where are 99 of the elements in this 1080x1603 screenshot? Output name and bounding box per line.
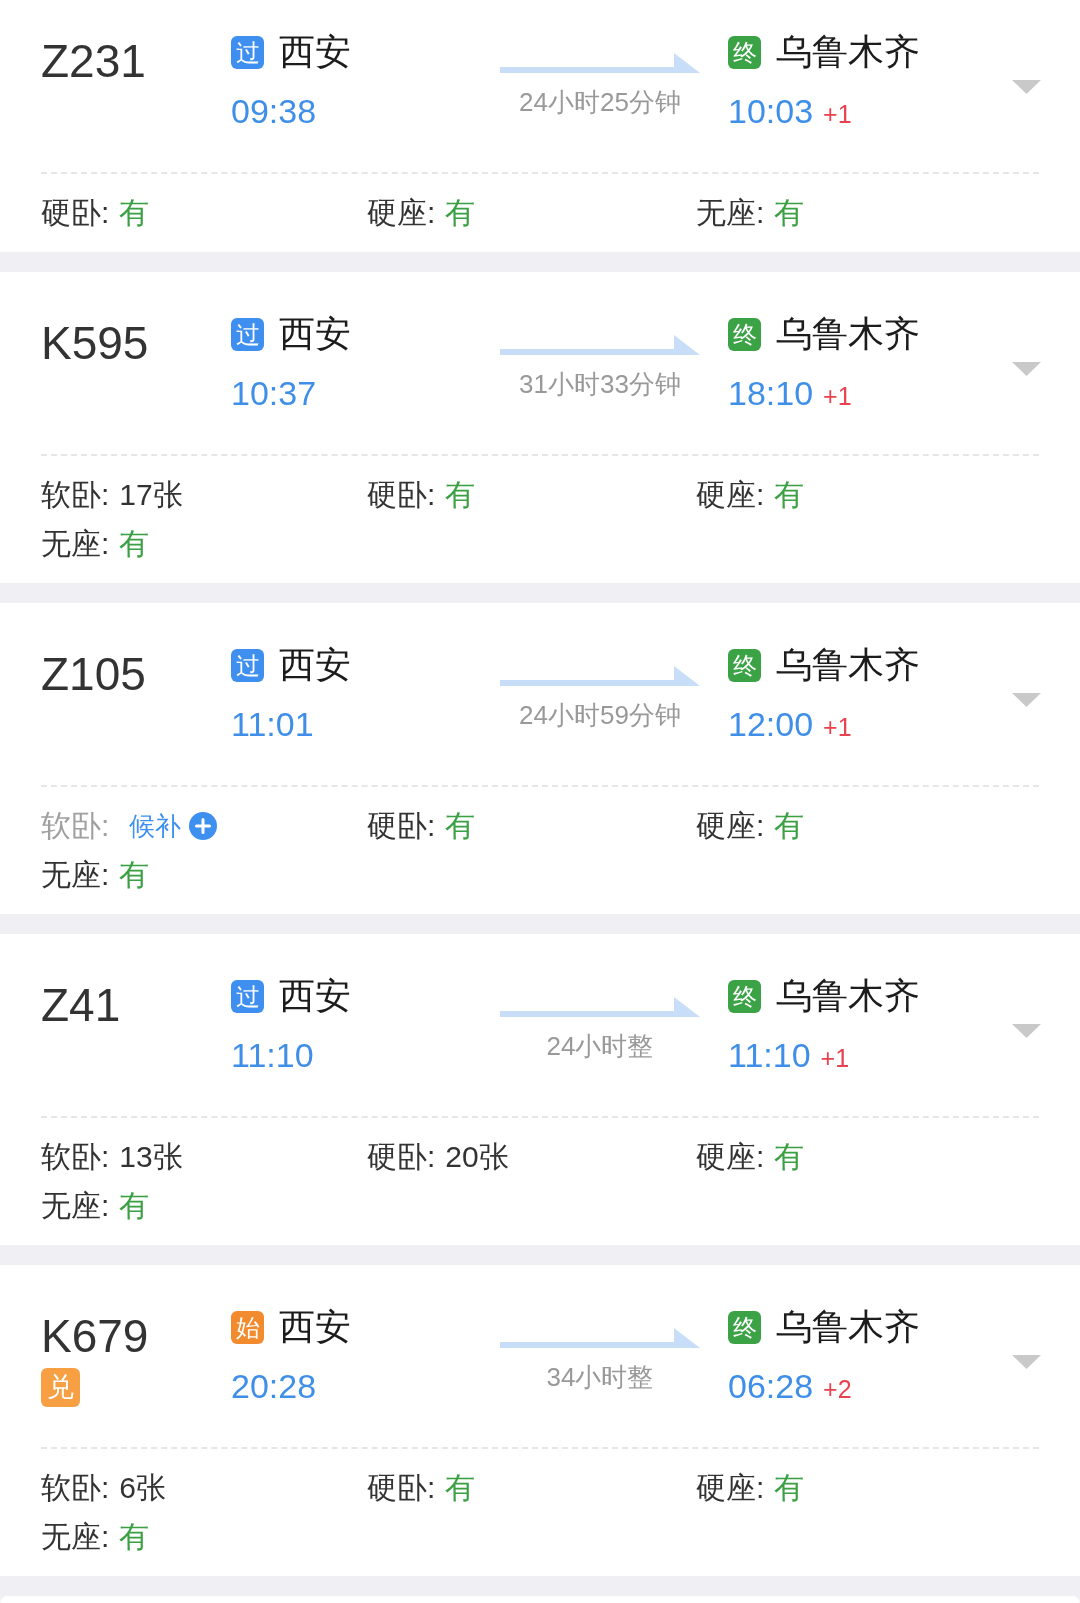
station-name: 西安 (279, 1305, 351, 1349)
station-name: 乌鲁木齐 (776, 643, 920, 687)
seat-availability: 有 (119, 856, 150, 893)
station-name: 乌鲁木齐 (776, 1305, 920, 1349)
seat-availability: 有 (445, 1469, 476, 1506)
train-number: Z231 (41, 37, 146, 85)
stop-type-tag: 终 (728, 1310, 761, 1344)
train-card[interactable]: Z231 过 西安 09:38 24小时25分钟 终 乌鲁木齐 10:03 +1 硬卧: 有 硬座: 有 无座: 有 (0, 0, 1080, 252)
travel-duration: 24小时整 (546, 1031, 654, 1061)
day-offset: +1 (820, 1043, 850, 1073)
travel-duration: 31小时33分钟 (519, 369, 681, 399)
seat-availability: 有 (774, 807, 805, 844)
station-name: 西安 (279, 312, 351, 356)
arrow-icon (500, 53, 700, 73)
stop-type-tag: 过 (231, 317, 264, 351)
travel-duration: 34小时整 (546, 1362, 654, 1392)
stop-type-tag: 过 (231, 979, 264, 1013)
seat-class-label: 硬座: (696, 1138, 765, 1175)
seat-availability: 17张 (119, 476, 183, 513)
arrow-icon (500, 1328, 700, 1348)
train-tag: 兑 (41, 1368, 80, 1407)
seat-class-label: 硬卧: (367, 1469, 436, 1506)
train-number: Z105 (41, 650, 146, 698)
station-name: 西安 (279, 30, 351, 74)
arrival-time: 12:00 (728, 704, 814, 745)
station-name: 西安 (279, 974, 351, 1018)
seat-class-label: 硬卧: (367, 1138, 436, 1175)
train-number: Z41 (41, 981, 121, 1029)
caret-icon[interactable] (1012, 1024, 1041, 1038)
station-name: 乌鲁木齐 (776, 312, 920, 356)
caret-icon[interactable] (1012, 693, 1041, 707)
train-card[interactable]: Z105 过 西安 11:01 24小时59分钟 终 乌鲁木齐 12:00 +1 软卧: 候补 硬卧: 有 硬座: 有 无座: 有 (0, 603, 1080, 914)
departure-time: 10:37 (231, 373, 317, 414)
station-name: 西安 (279, 643, 351, 687)
seat-availability: 有 (119, 1187, 150, 1224)
arrival-time: 18:10 (728, 373, 814, 414)
plus-circle-icon[interactable] (189, 811, 218, 840)
seat-class-label: 软卧: (41, 807, 110, 844)
seat-class-label: 无座: (696, 194, 765, 231)
seat-availability: 有 (774, 194, 805, 231)
travel-duration: 24小时25分钟 (519, 87, 681, 117)
seat-availability: 有 (445, 476, 476, 513)
travel-duration: 24小时59分钟 (519, 700, 681, 730)
seat-class-label: 软卧: (41, 476, 110, 513)
arrival-time: 06:28 (728, 1366, 814, 1407)
seat-availability: 6张 (119, 1469, 167, 1506)
seat-availability: 13张 (119, 1138, 183, 1175)
seat-class-label: 硬卧: (367, 807, 436, 844)
day-offset: +2 (823, 1374, 852, 1404)
stop-type-tag: 终 (728, 317, 761, 351)
seat-class-label: 无座: (41, 525, 110, 562)
departure-time: 09:38 (231, 91, 317, 132)
train-number: K595 (41, 319, 149, 367)
day-offset: +1 (823, 381, 852, 411)
arrival-time: 10:03 (728, 91, 814, 132)
seat-availability: 有 (119, 525, 150, 562)
seat-availability: 有 (119, 194, 150, 231)
stop-type-tag: 终 (728, 35, 761, 69)
seat-class-label: 硬卧: (367, 476, 436, 513)
arrow-icon (500, 335, 700, 355)
seat-class-label: 硬卧: (41, 194, 110, 231)
seat-class-label: 软卧: (41, 1138, 110, 1175)
stop-type-tag: 过 (231, 35, 264, 69)
station-name: 乌鲁木齐 (776, 974, 920, 1018)
seat-class-label: 硬座: (696, 476, 765, 513)
seat-availability: 20张 (445, 1138, 509, 1175)
seat-availability: 有 (119, 1518, 150, 1555)
train-card[interactable]: K679 兑 始 西安 20:28 34小时整 终 乌鲁木齐 06:28 +2 软卧: 6张 硬卧: 有 硬座: 有 无座: 有 (0, 1265, 1080, 1576)
seat-availability: 有 (774, 1138, 805, 1175)
arrow-icon (500, 666, 700, 686)
seat-availability: 有 (445, 194, 476, 231)
departure-time: 11:10 (231, 1035, 314, 1076)
seat-class-label: 无座: (41, 1187, 110, 1224)
seat-class-label: 硬座: (696, 807, 765, 844)
caret-icon[interactable] (1012, 362, 1041, 376)
stop-type-tag: 终 (728, 648, 761, 682)
stop-type-tag: 终 (728, 979, 761, 1013)
seat-class-label: 无座: (41, 1518, 110, 1555)
train-number: K679 (41, 1312, 149, 1360)
stop-type-tag: 始 (231, 1310, 264, 1344)
seat-class-label: 硬座: (367, 194, 436, 231)
caret-icon[interactable] (1012, 1355, 1041, 1369)
caret-icon[interactable] (1012, 80, 1041, 94)
seat-class-label: 无座: (41, 856, 110, 893)
arrival-time: 11:10 (728, 1035, 811, 1076)
seat-class-label: 硬座: (696, 1469, 765, 1506)
train-card[interactable]: Z41 过 西安 11:10 24小时整 终 乌鲁木齐 11:10 +1 软卧: 13张 硬卧: 20张 硬座: 有 无座: 有 (0, 934, 1080, 1245)
seat-availability: 有 (774, 476, 805, 513)
day-offset: +1 (823, 712, 852, 742)
train-card[interactable]: K595 过 西安 10:37 31小时33分钟 终 乌鲁木齐 18:10 +1 软卧: 17张 硬卧: 有 硬座: 有 无座: 有 (0, 272, 1080, 583)
seat-availability: 有 (445, 807, 476, 844)
seat-class-label: 软卧: (41, 1469, 110, 1506)
day-offset: +1 (823, 99, 852, 129)
station-name: 乌鲁木齐 (776, 30, 920, 74)
departure-time: 11:01 (231, 704, 314, 745)
arrow-icon (500, 997, 700, 1017)
seat-availability: 有 (774, 1469, 805, 1506)
stop-type-tag: 过 (231, 648, 264, 682)
departure-time: 20:28 (231, 1366, 317, 1407)
